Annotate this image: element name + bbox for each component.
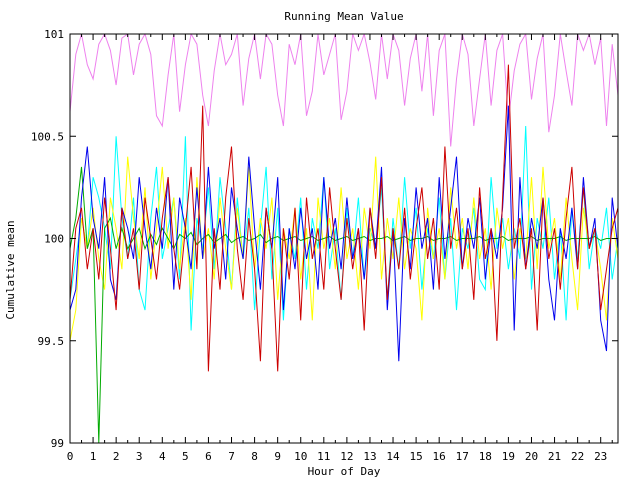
x-tick-label: 13 xyxy=(363,450,376,463)
y-tick-label: 101 xyxy=(44,28,64,41)
x-tick-label: 7 xyxy=(228,450,235,463)
x-tick-label: 22 xyxy=(571,450,584,463)
x-tick-label: 0 xyxy=(67,450,74,463)
x-tick-label: 10 xyxy=(294,450,307,463)
x-tick-label: 11 xyxy=(317,450,330,463)
chart-title: Running Mean Value xyxy=(284,10,403,23)
x-tick-label: 12 xyxy=(340,450,353,463)
x-tick-label: 16 xyxy=(433,450,446,463)
x-tick-label: 17 xyxy=(456,450,469,463)
x-tick-label: 15 xyxy=(409,450,422,463)
x-tick-label: 20 xyxy=(525,450,538,463)
x-tick-label: 5 xyxy=(182,450,189,463)
y-tick-label: 100 xyxy=(44,233,64,246)
series-layer xyxy=(70,34,618,443)
x-tick-label: 1 xyxy=(90,450,97,463)
y-tick-label: 99 xyxy=(51,437,64,450)
chart: Running Mean Value Hour of Day Cumulativ… xyxy=(0,0,640,480)
y-axis-label: Cumulative mean xyxy=(4,220,17,319)
y-tick-label: 100.5 xyxy=(31,130,64,143)
x-tick-label: 4 xyxy=(159,450,166,463)
x-tick-label: 6 xyxy=(205,450,212,463)
x-tick-label: 8 xyxy=(251,450,258,463)
x-tick-label: 19 xyxy=(502,450,515,463)
x-tick-label: 9 xyxy=(274,450,281,463)
x-tick-label: 18 xyxy=(479,450,492,463)
series-line-1 xyxy=(70,34,618,147)
chart-svg: Running Mean Value Hour of Day Cumulativ… xyxy=(4,10,619,478)
y-tick-label: 99.5 xyxy=(38,335,65,348)
x-tick-label: 21 xyxy=(548,450,561,463)
x-tick-label: 2 xyxy=(113,450,120,463)
x-tick-label: 14 xyxy=(386,450,400,463)
x-axis-label: Hour of Day xyxy=(308,465,381,478)
x-tick-label: 3 xyxy=(136,450,143,463)
x-tick-label: 23 xyxy=(594,450,607,463)
